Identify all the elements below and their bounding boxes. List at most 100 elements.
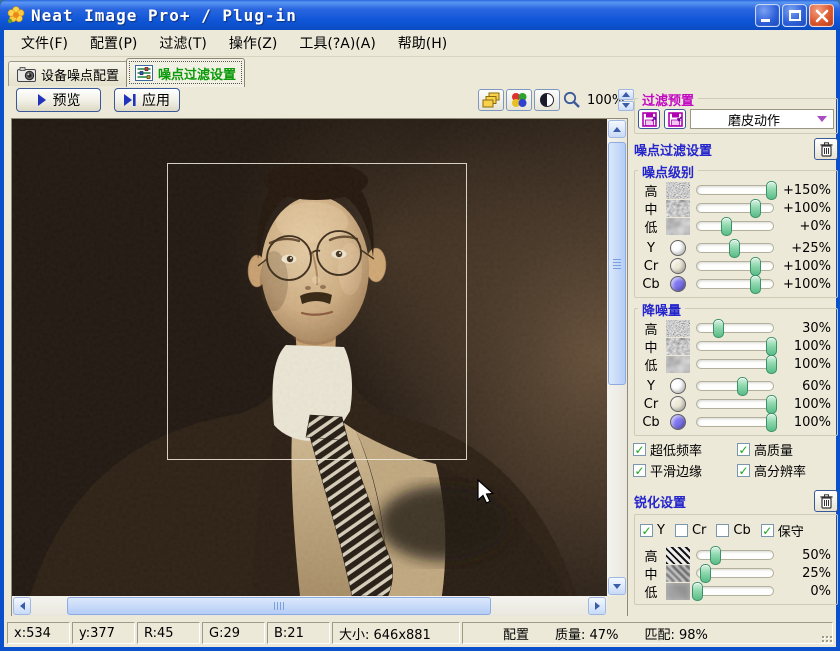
slider-thumb[interactable] [750, 199, 761, 218]
menu-filter[interactable]: 过滤(T) [148, 30, 217, 56]
slider-thumb[interactable] [729, 239, 740, 258]
menu-help[interactable]: 帮助(H) [387, 30, 458, 56]
checkbox-label: 高分辨率 [754, 461, 806, 480]
menu-file[interactable]: 文件(F) [10, 30, 79, 56]
reset-noise-filter-button[interactable] [814, 138, 838, 160]
checkbox[interactable] [633, 464, 646, 477]
reduction-mid-slider[interactable] [696, 340, 774, 353]
slider-thumb[interactable] [766, 181, 777, 200]
checkbox[interactable] [737, 464, 750, 477]
noise-level-high-slider[interactable] [696, 184, 774, 197]
option-ultra-low-freq[interactable]: 超低频率 [633, 440, 735, 459]
noise-level-low-slider[interactable] [696, 220, 774, 233]
slider-thumb[interactable] [700, 564, 711, 583]
color-channels-button[interactable] [506, 89, 532, 111]
sharpen-low-slider[interactable] [696, 585, 774, 598]
slider-thumb[interactable] [750, 275, 761, 294]
sharpen-channel-cr[interactable]: Cr [675, 523, 706, 538]
status-profile-cell: 配置 质量: 47% 匹配: 98% [462, 622, 833, 644]
noise-reduction-group: 降噪量 高 30% 中 100% 低 100% [634, 308, 838, 436]
sharpen-mid-slider[interactable] [696, 567, 774, 580]
load-preset-button[interactable] [638, 109, 660, 129]
option-high-resolution[interactable]: 高分辨率 [737, 461, 839, 480]
horizontal-scrollbar[interactable] [12, 596, 607, 616]
slider-track[interactable] [696, 221, 774, 231]
slider-track[interactable] [696, 550, 774, 560]
apply-button[interactable]: 应用 [114, 88, 180, 112]
contrast-button[interactable] [534, 89, 560, 111]
reduction-high-slider[interactable] [696, 322, 774, 335]
slider-track[interactable] [696, 399, 774, 409]
reset-sharpen-button[interactable] [814, 490, 838, 512]
slider-thumb[interactable] [750, 257, 761, 276]
slider-track[interactable] [696, 261, 774, 271]
menu-tools[interactable]: 工具(?A)(A) [288, 30, 386, 56]
row-label: 中 [639, 564, 663, 583]
scroll-up-button[interactable] [608, 120, 626, 138]
reduction-row-y: Y 60% [639, 377, 833, 395]
checkbox[interactable] [640, 524, 653, 537]
tab-noise-filter-settings[interactable]: 噪点过滤设置 [126, 58, 245, 87]
vertical-scrollbar[interactable] [607, 119, 627, 596]
chevron-down-icon[interactable] [817, 116, 827, 127]
save-preset-button[interactable] [664, 109, 686, 129]
slider-thumb[interactable] [766, 395, 777, 414]
resize-grip[interactable] [822, 636, 834, 644]
sharpen-channel-cb[interactable]: Cb [716, 523, 750, 538]
slider-track[interactable] [696, 417, 774, 427]
slider-thumb[interactable] [766, 413, 777, 432]
slider-thumb[interactable] [713, 319, 724, 338]
option-smooth-edges[interactable]: 平滑边缘 [633, 461, 735, 480]
noise-level-cr-slider[interactable] [696, 260, 774, 273]
checkbox[interactable] [761, 524, 774, 537]
minimize-button[interactable] [755, 4, 780, 27]
selection-rectangle[interactable] [167, 163, 467, 460]
slider-thumb[interactable] [721, 217, 732, 236]
slider-thumb[interactable] [710, 546, 721, 565]
slider-track[interactable] [696, 341, 774, 351]
vertical-scroll-thumb[interactable] [608, 142, 626, 385]
reduction-y-slider[interactable] [696, 380, 774, 393]
slider-track[interactable] [696, 586, 774, 596]
slider-track[interactable] [696, 279, 774, 289]
reduction-cr-slider[interactable] [696, 398, 774, 411]
noise-sample-low [663, 356, 693, 373]
menu-action[interactable]: 操作(Z) [218, 30, 289, 56]
noise-level-cb-slider[interactable] [696, 278, 774, 291]
reduction-cb-slider[interactable] [696, 416, 774, 429]
slider-thumb[interactable] [737, 377, 748, 396]
slider-track[interactable] [696, 203, 774, 213]
noise-level-y-slider[interactable] [696, 242, 774, 255]
close-button[interactable] [809, 4, 834, 27]
preset-dropdown[interactable]: 磨皮动作 [690, 109, 834, 129]
checkbox[interactable] [716, 524, 729, 537]
slider-thumb[interactable] [766, 337, 777, 356]
slider-track[interactable] [696, 381, 774, 391]
reduction-low-slider[interactable] [696, 358, 774, 371]
horizontal-scroll-thumb[interactable] [67, 597, 491, 615]
option-high-quality[interactable]: 高质量 [737, 440, 839, 459]
cascade-windows-button[interactable] [478, 89, 504, 111]
preview-button[interactable]: 预览 [16, 88, 101, 112]
sharpen-high-slider[interactable] [696, 549, 774, 562]
menu-profile[interactable]: 配置(P) [79, 30, 148, 56]
title-bar[interactable]: Neat Image Pro+ / Plug-in [0, 0, 840, 30]
slider-track[interactable] [696, 323, 774, 333]
scroll-left-button[interactable] [13, 597, 31, 615]
image-canvas[interactable] [12, 119, 607, 596]
scroll-right-button[interactable] [588, 597, 606, 615]
scroll-down-button[interactable] [608, 577, 626, 595]
checkbox[interactable] [633, 443, 646, 456]
sharpen-conservative[interactable]: 保守 [761, 521, 804, 540]
checkbox[interactable] [737, 443, 750, 456]
slider-track[interactable] [696, 359, 774, 369]
slider-thumb[interactable] [766, 355, 777, 374]
slider-value: 30% [777, 321, 833, 336]
tab-device-noise-profile[interactable]: 设备噪点配置 [8, 61, 128, 86]
noise-level-mid-slider[interactable] [696, 202, 774, 215]
checkbox[interactable] [675, 524, 688, 537]
maximize-button[interactable] [782, 4, 807, 27]
slider-track[interactable] [696, 185, 774, 195]
slider-thumb[interactable] [692, 582, 703, 601]
sharpen-channel-y[interactable]: Y [640, 523, 665, 538]
